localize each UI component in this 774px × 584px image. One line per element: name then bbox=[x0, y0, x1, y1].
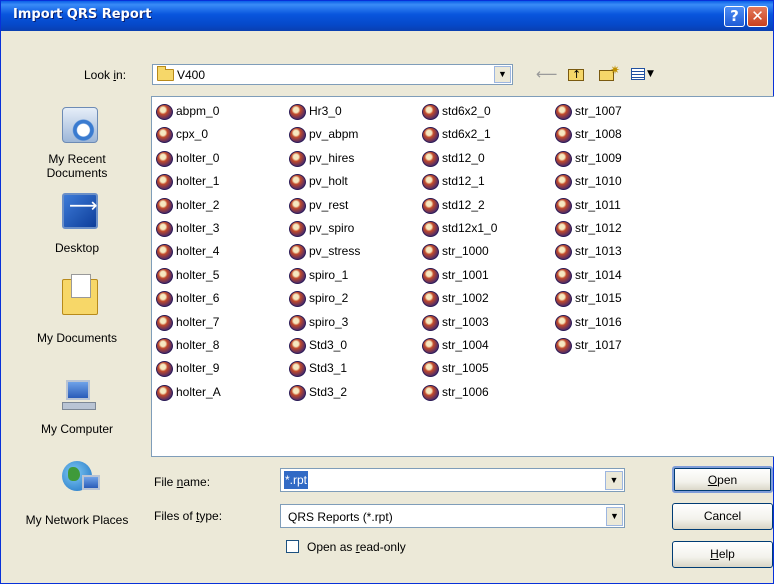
recent-documents-icon bbox=[62, 107, 98, 143]
new-folder-icon[interactable]: ✷ bbox=[598, 63, 620, 84]
report-file-icon bbox=[555, 243, 573, 261]
report-file-icon bbox=[289, 360, 307, 378]
file-name-input[interactable]: *.rpt ▼ bbox=[280, 468, 625, 492]
report-file-icon bbox=[156, 150, 174, 167]
report-file-icon bbox=[156, 173, 174, 191]
report-file-icon bbox=[422, 103, 440, 120]
place-label: My Recent Documents bbox=[46, 152, 108, 180]
report-file-icon bbox=[289, 314, 307, 331]
place-label: My Documents bbox=[36, 331, 118, 345]
place-my-network-places[interactable]: My Network Places bbox=[17, 461, 137, 541]
report-file-icon bbox=[289, 290, 307, 308]
report-file-icon bbox=[289, 126, 307, 144]
file-name-value[interactable]: *.rpt bbox=[284, 471, 309, 489]
views-menu-icon[interactable]: ▼ bbox=[629, 64, 659, 84]
close-icon[interactable]: ✕ bbox=[747, 6, 768, 27]
report-file-icon bbox=[289, 173, 307, 191]
report-file-icon bbox=[555, 150, 573, 167]
file-type-label: Files of type: bbox=[154, 509, 223, 523]
report-file-icon bbox=[422, 290, 440, 308]
place-label: My Computer bbox=[40, 422, 114, 436]
report-file-icon bbox=[422, 150, 440, 167]
file-list[interactable]: abpm_0 cpx_0 holter_0 holter_1 holter_2 … bbox=[151, 96, 774, 457]
report-file-icon bbox=[422, 337, 440, 354]
report-file-icon bbox=[422, 314, 440, 331]
cancel-button[interactable]: Cancel bbox=[672, 503, 773, 530]
chevron-down-icon[interactable]: ▼ bbox=[605, 471, 623, 490]
report-file-icon bbox=[422, 360, 440, 378]
report-file-icon bbox=[422, 243, 440, 261]
read-only-label[interactable]: Open as read-only bbox=[307, 540, 406, 554]
report-file-icon bbox=[156, 360, 174, 378]
help-button[interactable]: Help bbox=[672, 541, 773, 568]
chevron-down-icon[interactable]: ▼ bbox=[494, 66, 511, 83]
report-file-icon bbox=[289, 103, 307, 120]
chevron-down-icon[interactable]: ▼ bbox=[606, 507, 623, 526]
report-file-icon bbox=[422, 126, 440, 144]
report-file-icon bbox=[422, 173, 440, 191]
report-file-icon bbox=[289, 243, 307, 261]
place-my-recent-documents[interactable]: My Recent Documents bbox=[17, 107, 137, 187]
report-file-icon bbox=[156, 220, 174, 237]
report-file-icon bbox=[156, 290, 174, 308]
look-in-value: V400 bbox=[177, 68, 206, 82]
places-bar: My Recent Documents Desktop My Documents… bbox=[17, 93, 137, 568]
report-file-icon bbox=[289, 337, 307, 354]
report-file-icon bbox=[422, 197, 440, 214]
import-qrs-report-dialog: Import QRS Report ? ✕ Look in: V400 ▼ ⟵ … bbox=[0, 0, 774, 584]
report-file-icon bbox=[555, 126, 573, 144]
report-file-icon bbox=[156, 197, 174, 214]
place-my-documents[interactable]: My Documents bbox=[17, 274, 137, 349]
report-file-icon bbox=[555, 220, 573, 237]
report-file-icon bbox=[555, 267, 573, 284]
look-in-dropdown[interactable]: V400 ▼ bbox=[152, 64, 513, 85]
look-in-label: Look in: bbox=[84, 68, 127, 82]
report-file-icon bbox=[156, 337, 174, 354]
report-file-icon bbox=[156, 267, 174, 284]
my-computer-icon bbox=[62, 378, 98, 414]
report-file-icon bbox=[289, 150, 307, 167]
report-file-icon bbox=[555, 337, 573, 354]
folder-icon bbox=[157, 66, 174, 81]
report-file-icon bbox=[555, 173, 573, 191]
up-one-level-icon[interactable] bbox=[566, 64, 586, 85]
desktop-icon bbox=[62, 193, 98, 229]
title-bar[interactable]: Import QRS Report ? ✕ bbox=[1, 1, 773, 31]
place-label: My Network Places bbox=[25, 513, 129, 527]
report-file-icon bbox=[289, 384, 307, 401]
read-only-checkbox[interactable] bbox=[286, 540, 299, 553]
report-file-icon bbox=[156, 243, 174, 261]
my-documents-icon bbox=[62, 274, 98, 315]
report-file-icon bbox=[289, 220, 307, 237]
file-name-label: File name: bbox=[154, 475, 211, 489]
place-desktop[interactable]: Desktop bbox=[17, 193, 137, 257]
report-file-icon bbox=[289, 197, 307, 214]
report-file-icon bbox=[555, 197, 573, 214]
file-type-value: QRS Reports (*.rpt) bbox=[288, 510, 393, 524]
report-file-icon bbox=[289, 267, 307, 284]
report-file-icon bbox=[156, 384, 174, 401]
file-type-dropdown[interactable]: QRS Reports (*.rpt) ▼ bbox=[280, 504, 625, 528]
help-question-icon[interactable]: ? bbox=[724, 6, 745, 27]
network-places-icon bbox=[62, 461, 100, 497]
open-button[interactable]: Open bbox=[672, 466, 773, 493]
report-file-icon bbox=[555, 103, 573, 120]
report-file-icon bbox=[156, 314, 174, 331]
report-file-icon bbox=[555, 290, 573, 308]
dialog-title: Import QRS Report bbox=[13, 7, 152, 22]
back-arrow-icon[interactable]: ⟵ bbox=[536, 64, 558, 84]
report-file-icon bbox=[555, 314, 573, 331]
report-file-icon bbox=[156, 103, 174, 120]
place-label: Desktop bbox=[54, 241, 100, 255]
report-file-icon bbox=[422, 220, 440, 237]
report-file-icon bbox=[422, 384, 440, 401]
report-file-icon bbox=[156, 126, 174, 144]
place-my-computer[interactable]: My Computer bbox=[17, 378, 137, 438]
report-file-icon bbox=[422, 267, 440, 284]
